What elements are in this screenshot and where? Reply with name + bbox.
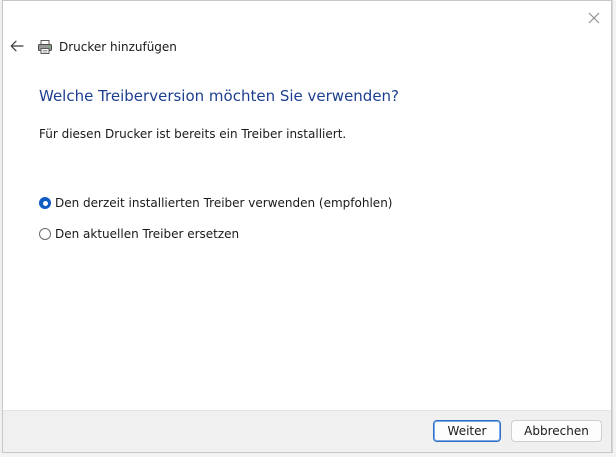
back-arrow-icon — [10, 40, 24, 52]
back-button[interactable] — [6, 35, 28, 57]
radio-option-replace-driver[interactable]: Den aktuellen Treiber ersetzen — [39, 225, 239, 243]
radio-button-unchecked[interactable] — [39, 228, 51, 240]
background-app-right — [612, 0, 616, 457]
close-button[interactable] — [583, 7, 605, 29]
page-heading: Welche Treiberversion möchten Sie verwen… — [39, 87, 400, 105]
radio-option-keep-driver[interactable]: Den derzeit installierten Treiber verwen… — [39, 194, 392, 212]
radio-option-label: Den derzeit installierten Treiber verwen… — [55, 196, 393, 210]
next-button[interactable]: Weiter — [433, 420, 501, 442]
cancel-button[interactable]: Abbrechen — [511, 420, 602, 442]
printer-icon — [38, 40, 52, 54]
close-icon — [588, 12, 600, 24]
intro-text: Für diesen Drucker ist bereits ein Treib… — [39, 127, 347, 141]
radio-option-label: Den aktuellen Treiber ersetzen — [55, 227, 240, 241]
radio-button-checked[interactable] — [39, 197, 51, 209]
add-printer-dialog: Drucker hinzufügen Welche Treiberversion… — [2, 0, 612, 453]
background-app-bottom — [0, 453, 616, 457]
dialog-footer: Weiter Abbrechen — [3, 410, 611, 452]
dialog-header: Drucker hinzufügen — [37, 37, 177, 57]
dialog-title: Drucker hinzufügen — [59, 40, 177, 54]
